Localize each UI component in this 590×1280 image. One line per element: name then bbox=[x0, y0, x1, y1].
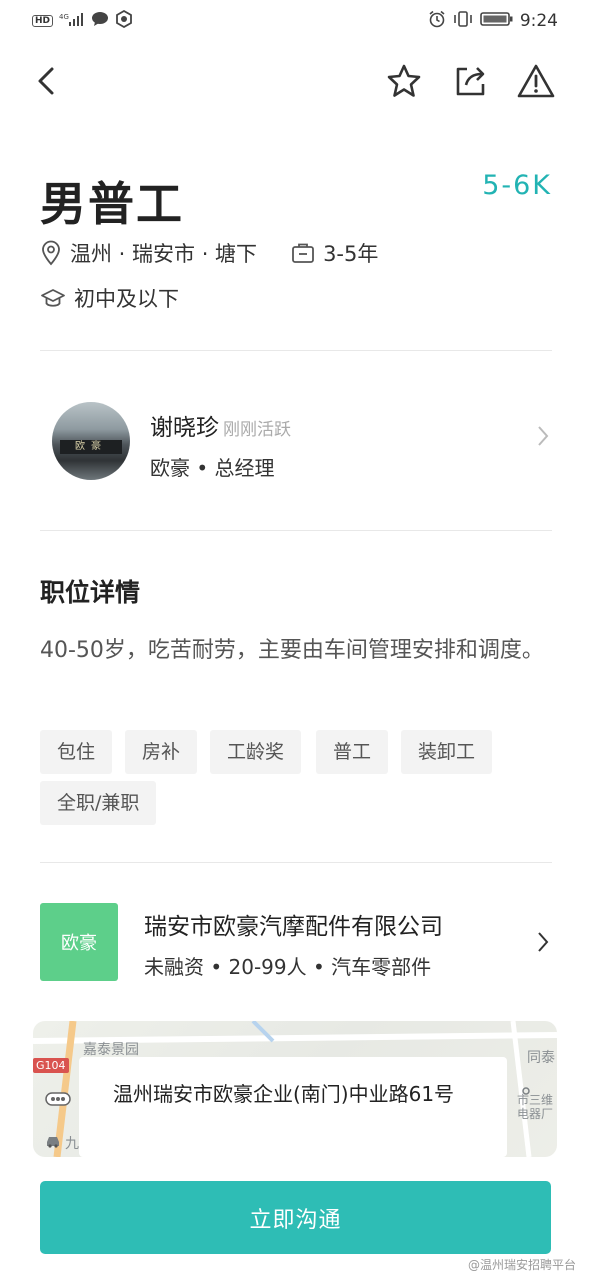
signal-icon: 4G bbox=[59, 12, 85, 30]
hd-badge: HD bbox=[32, 15, 54, 27]
recruiter-name: 谢晓珍 bbox=[150, 415, 219, 441]
recruiter-avatar: 欧豪 bbox=[52, 402, 130, 480]
star-icon bbox=[387, 64, 421, 97]
recruiter-card[interactable]: 欧豪 谢晓珍 刚刚活跃 欧豪 • 总经理 bbox=[40, 386, 552, 496]
road-badge: G104 bbox=[33, 1058, 69, 1073]
chat-bubble-icon bbox=[91, 11, 109, 31]
company-card[interactable]: 欧豪 瑞安市欧豪汽摩配件有限公司 未融资 • 20-99人 • 汽车零部件 bbox=[40, 903, 552, 981]
favorite-button[interactable] bbox=[384, 61, 424, 101]
back-arrow-icon bbox=[38, 67, 54, 95]
chevron-right-icon bbox=[538, 932, 549, 952]
chevron-right-icon bbox=[538, 426, 549, 446]
company-logo: 欧豪 bbox=[40, 903, 118, 981]
report-button[interactable] bbox=[516, 61, 556, 101]
job-tag: 普工 bbox=[316, 730, 389, 774]
recruiter-company-role: 欧豪 • 总经理 bbox=[150, 456, 275, 480]
job-tag: 包住 bbox=[40, 730, 113, 774]
divider bbox=[40, 350, 552, 351]
chat-now-button[interactable]: 立即沟通 bbox=[40, 1181, 551, 1254]
job-tag: 工龄奖 bbox=[210, 730, 302, 774]
job-education: 初中及以下 bbox=[74, 287, 179, 311]
location-map[interactable]: 嘉泰景园 G104 同泰 市三维电器厂 九 温州瑞安市欧豪企业(南门)中业路61… bbox=[33, 1021, 557, 1157]
divider bbox=[40, 530, 552, 531]
status-left: HD 4G bbox=[32, 9, 133, 32]
map-poi-icon bbox=[521, 1083, 531, 1102]
map-label: 同泰 bbox=[527, 1050, 555, 1066]
job-location: 温州 · 瑞安市 · 塘下 bbox=[70, 242, 258, 266]
traffic-light-icon bbox=[45, 1091, 71, 1110]
job-tag: 全职/兼职 bbox=[40, 781, 157, 825]
job-education-row: 初中及以下 bbox=[40, 283, 179, 313]
divider bbox=[40, 862, 552, 863]
salary-range: 5-6K bbox=[482, 170, 552, 201]
job-description: 40-50岁，吃苦耐劳，主要由车间管理安排和调度。 bbox=[40, 638, 544, 663]
company-info: 未融资 • 20-99人 • 汽车零部件 bbox=[144, 955, 432, 979]
clock-time: 9:24 bbox=[519, 11, 558, 31]
map-label: 嘉泰景园 bbox=[83, 1042, 139, 1058]
share-icon bbox=[456, 67, 485, 96]
graduation-cap-icon bbox=[40, 287, 66, 309]
address-card: 温州瑞安市欧豪企业(南门)中业路61号 bbox=[79, 1057, 507, 1157]
share-button[interactable] bbox=[450, 61, 490, 101]
company-name: 瑞安市欧豪汽摩配件有限公司 bbox=[144, 914, 443, 940]
nav-bar bbox=[0, 55, 590, 111]
recruiter-active-status: 刚刚活跃 bbox=[223, 420, 291, 440]
back-button[interactable] bbox=[26, 61, 66, 101]
avatar-storefront-sign: 欧豪 bbox=[60, 440, 122, 454]
job-location-row: 温州 · 瑞安市 · 塘下 3-5年 bbox=[40, 238, 378, 268]
job-details-heading: 职位详情 bbox=[40, 578, 141, 607]
status-bar: HD 4G 9:24 bbox=[0, 0, 590, 42]
location-pin-icon bbox=[40, 240, 62, 266]
job-tag: 房补 bbox=[125, 730, 198, 774]
status-right: 9:24 bbox=[428, 10, 558, 32]
map-label: 九 bbox=[65, 1136, 79, 1152]
warning-icon bbox=[517, 64, 555, 98]
job-tag: 装卸工 bbox=[401, 730, 493, 774]
alarm-icon bbox=[428, 10, 446, 32]
car-icon bbox=[45, 1133, 61, 1152]
shield-app-icon bbox=[115, 9, 133, 32]
battery-icon bbox=[480, 11, 514, 31]
company-address: 温州瑞安市欧豪企业(南门)中业路61号 bbox=[113, 1082, 455, 1106]
recruiter-name-line: 谢晓珍 刚刚活跃 bbox=[150, 408, 291, 442]
briefcase-icon bbox=[291, 242, 315, 264]
vibrate-icon bbox=[452, 10, 474, 32]
job-title: 男普工 bbox=[40, 177, 184, 231]
watermark: @温州瑞安招聘平台 bbox=[467, 1258, 576, 1272]
svg-text:4G: 4G bbox=[59, 13, 69, 21]
job-experience: 3-5年 bbox=[323, 242, 379, 266]
